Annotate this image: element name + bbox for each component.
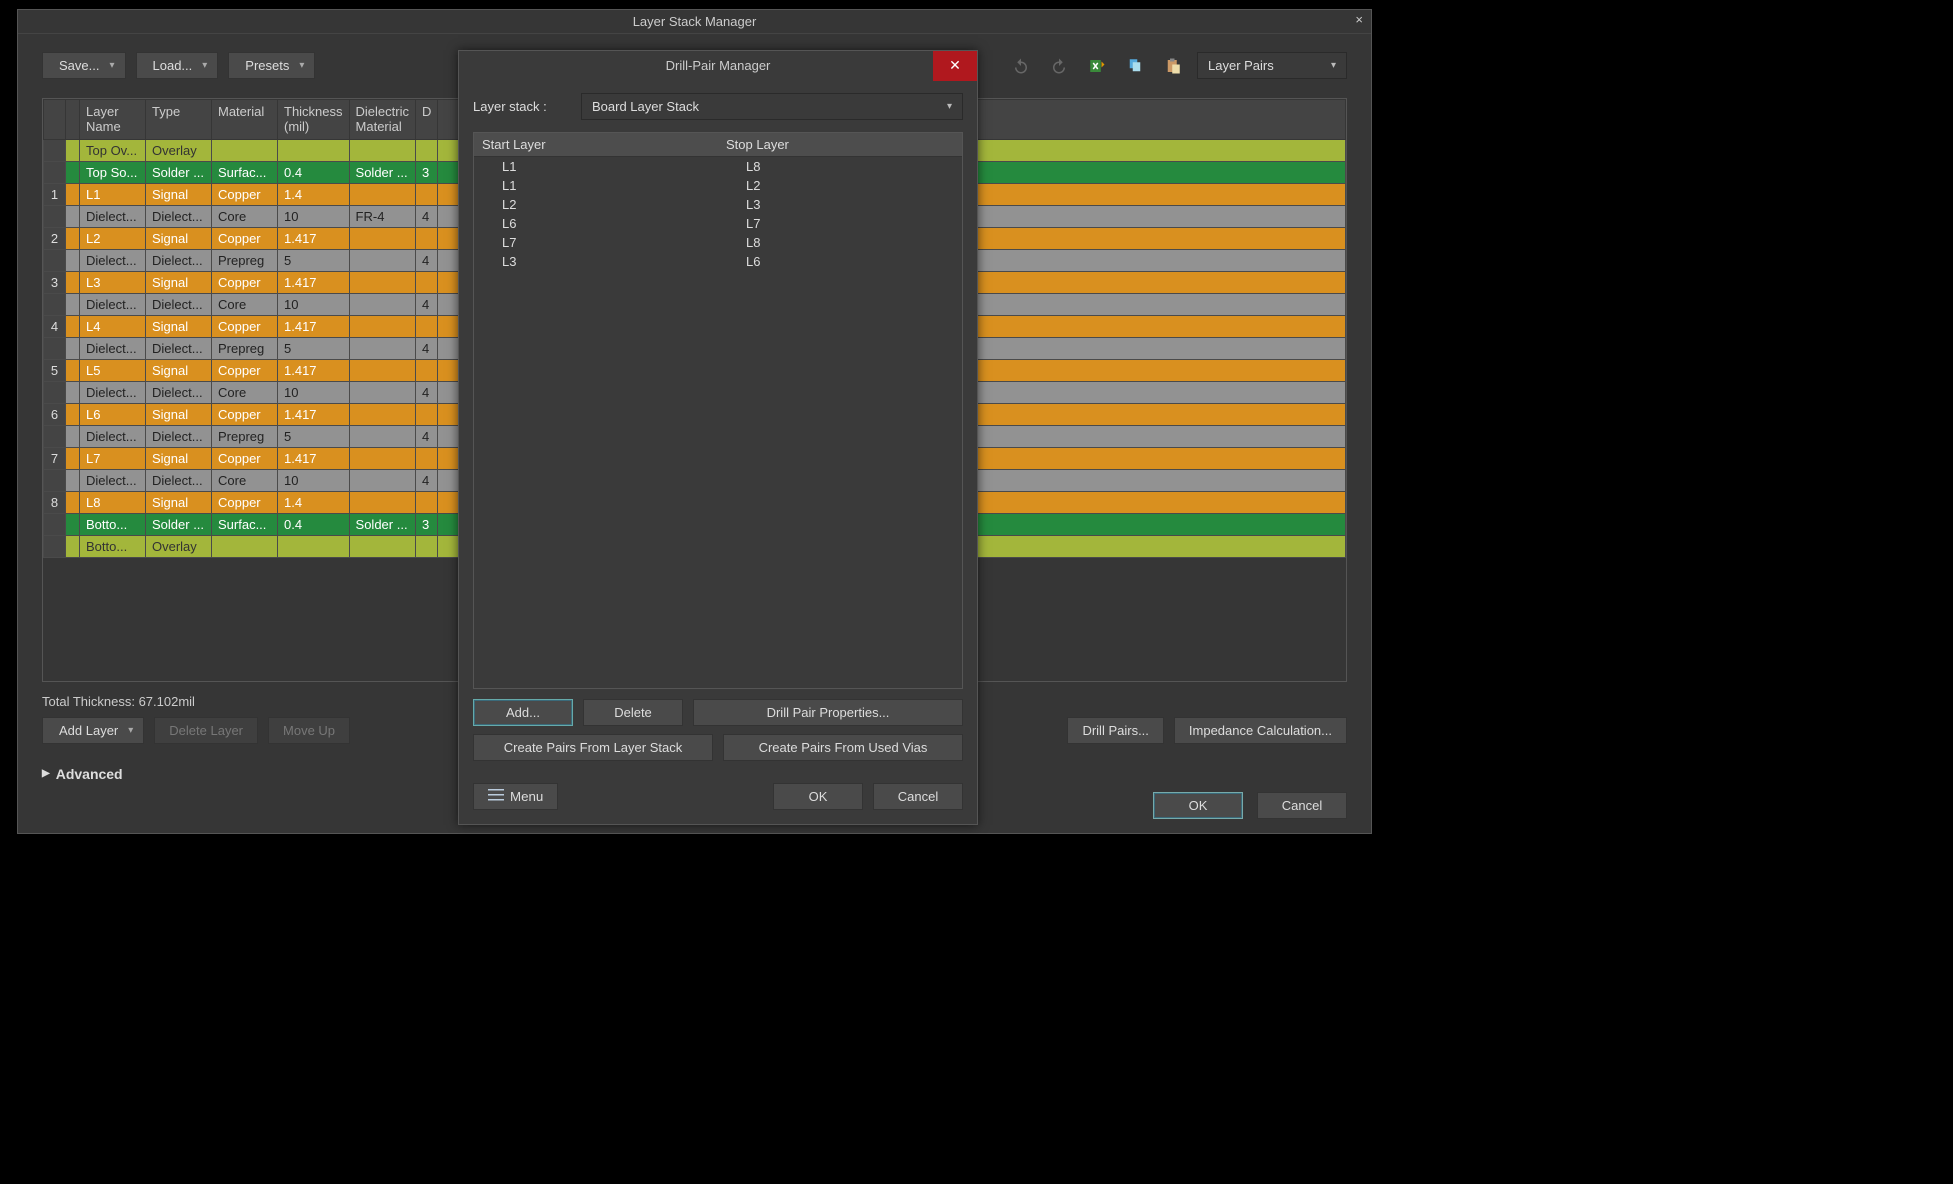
modal-cancel-button[interactable]: Cancel (873, 783, 963, 810)
list-item[interactable]: L2L3 (474, 195, 962, 214)
modal-title: Drill-Pair Manager (666, 58, 771, 73)
layer-stack-label: Layer stack : (473, 99, 565, 114)
ok-button[interactable]: OK (1153, 792, 1243, 819)
paste-icon[interactable] (1159, 52, 1187, 80)
layer-stack-row: Layer stack : Board Layer Stack ▾ (473, 93, 963, 120)
undo-icon[interactable] (1007, 52, 1035, 80)
drill-pairs-label: Drill Pairs... (1082, 723, 1148, 738)
col-stop-layer[interactable]: Stop Layer (718, 133, 962, 156)
drill-pair-properties-button[interactable]: Drill Pair Properties... (693, 699, 963, 726)
add-label: Add... (506, 705, 540, 720)
add-layer-label: Add Layer (59, 723, 118, 738)
titlebar: Layer Stack Manager × (18, 10, 1371, 34)
chevron-down-icon: ▾ (299, 60, 304, 71)
layer-stack-dropdown[interactable]: Board Layer Stack ▾ (581, 93, 963, 120)
window-title: Layer Stack Manager (633, 14, 757, 29)
col-material[interactable]: Material (212, 99, 278, 139)
menu-icon (488, 789, 504, 803)
drill-pair-manager-dialog: Drill-Pair Manager ✕ Layer stack : Board… (458, 50, 978, 825)
redo-icon[interactable] (1045, 52, 1073, 80)
cancel-button[interactable]: Cancel (1257, 792, 1347, 819)
cancel-label: Cancel (1282, 798, 1322, 813)
chevron-down-icon: ▾ (109, 60, 114, 71)
delete-layer-label: Delete Layer (169, 723, 243, 738)
delete-layer-button: Delete Layer (154, 717, 258, 744)
impedance-calculation-button[interactable]: Impedance Calculation... (1174, 717, 1347, 744)
delete-label: Delete (614, 705, 652, 720)
copy-icon[interactable] (1121, 52, 1149, 80)
modal-ok-button[interactable]: OK (773, 783, 863, 810)
chevron-down-icon: ▾ (128, 725, 133, 736)
save-button[interactable]: Save... ▾ (42, 52, 126, 79)
move-up-button: Move Up (268, 717, 350, 744)
modal-body: Layer stack : Board Layer Stack ▾ Start … (459, 81, 977, 769)
menu-label: Menu (510, 789, 543, 804)
list-item[interactable]: L1L8 (474, 157, 962, 176)
col-type[interactable]: Type (146, 99, 212, 139)
ok-label: OK (1189, 798, 1208, 813)
move-up-label: Move Up (283, 723, 335, 738)
load-label: Load... (153, 58, 193, 73)
export-excel-icon[interactable] (1083, 52, 1111, 80)
close-icon[interactable]: × (1355, 12, 1363, 27)
chevron-down-icon: ▾ (202, 60, 207, 71)
modal-footer: Menu OK Cancel (459, 769, 977, 824)
menu-button[interactable]: Menu (473, 783, 558, 810)
col-layer-name[interactable]: Layer Name (80, 99, 146, 139)
chevron-down-icon: ▾ (1331, 60, 1336, 71)
col-d[interactable]: D (416, 99, 438, 139)
chevron-down-icon: ▾ (947, 101, 952, 112)
modal-ok-label: OK (809, 789, 828, 804)
delete-drill-pair-button[interactable]: Delete (583, 699, 683, 726)
col-start-layer[interactable]: Start Layer (474, 133, 718, 156)
layer-pairs-dropdown[interactable]: Layer Pairs ▾ (1197, 52, 1347, 79)
create-from-vias-label: Create Pairs From Used Vias (759, 740, 928, 755)
add-drill-pair-button[interactable]: Add... (473, 699, 573, 726)
create-pairs-from-used-vias-button[interactable]: Create Pairs From Used Vias (723, 734, 963, 761)
modal-cancel-label: Cancel (898, 789, 938, 804)
triangle-right-icon: ▶ (42, 768, 50, 779)
drill-pairs-button[interactable]: Drill Pairs... (1067, 717, 1163, 744)
advanced-label: Advanced (56, 766, 123, 782)
add-layer-button[interactable]: Add Layer ▾ (42, 717, 144, 744)
create-from-stack-label: Create Pairs From Layer Stack (504, 740, 682, 755)
col-dielectric-material[interactable]: Dielectric Material (349, 99, 415, 139)
list-item[interactable]: L1L2 (474, 176, 962, 195)
col-thickness[interactable]: Thickness (mil) (278, 99, 350, 139)
save-label: Save... (59, 58, 99, 73)
list-item[interactable]: L6L7 (474, 214, 962, 233)
presets-label: Presets (245, 58, 289, 73)
layer-pairs-label: Layer Pairs (1208, 58, 1274, 73)
list-item[interactable]: L3L6 (474, 252, 962, 271)
modal-titlebar: Drill-Pair Manager ✕ (459, 51, 977, 81)
layer-stack-value: Board Layer Stack (592, 99, 699, 114)
impedance-calc-label: Impedance Calculation... (1189, 723, 1332, 738)
layer-stack-manager-window: Layer Stack Manager × Save...▾ Load...▾ … (17, 9, 1372, 834)
close-icon[interactable]: ✕ (933, 51, 977, 81)
load-button[interactable]: Load... ▾ (136, 52, 219, 79)
create-pairs-from-layer-stack-button[interactable]: Create Pairs From Layer Stack (473, 734, 713, 761)
drill-props-label: Drill Pair Properties... (767, 705, 890, 720)
presets-button[interactable]: Presets ▾ (228, 52, 315, 79)
list-item[interactable]: L7L8 (474, 233, 962, 252)
drill-pairs-table[interactable]: Start Layer Stop Layer L1L8L1L2L2L3L6L7L… (473, 132, 963, 689)
